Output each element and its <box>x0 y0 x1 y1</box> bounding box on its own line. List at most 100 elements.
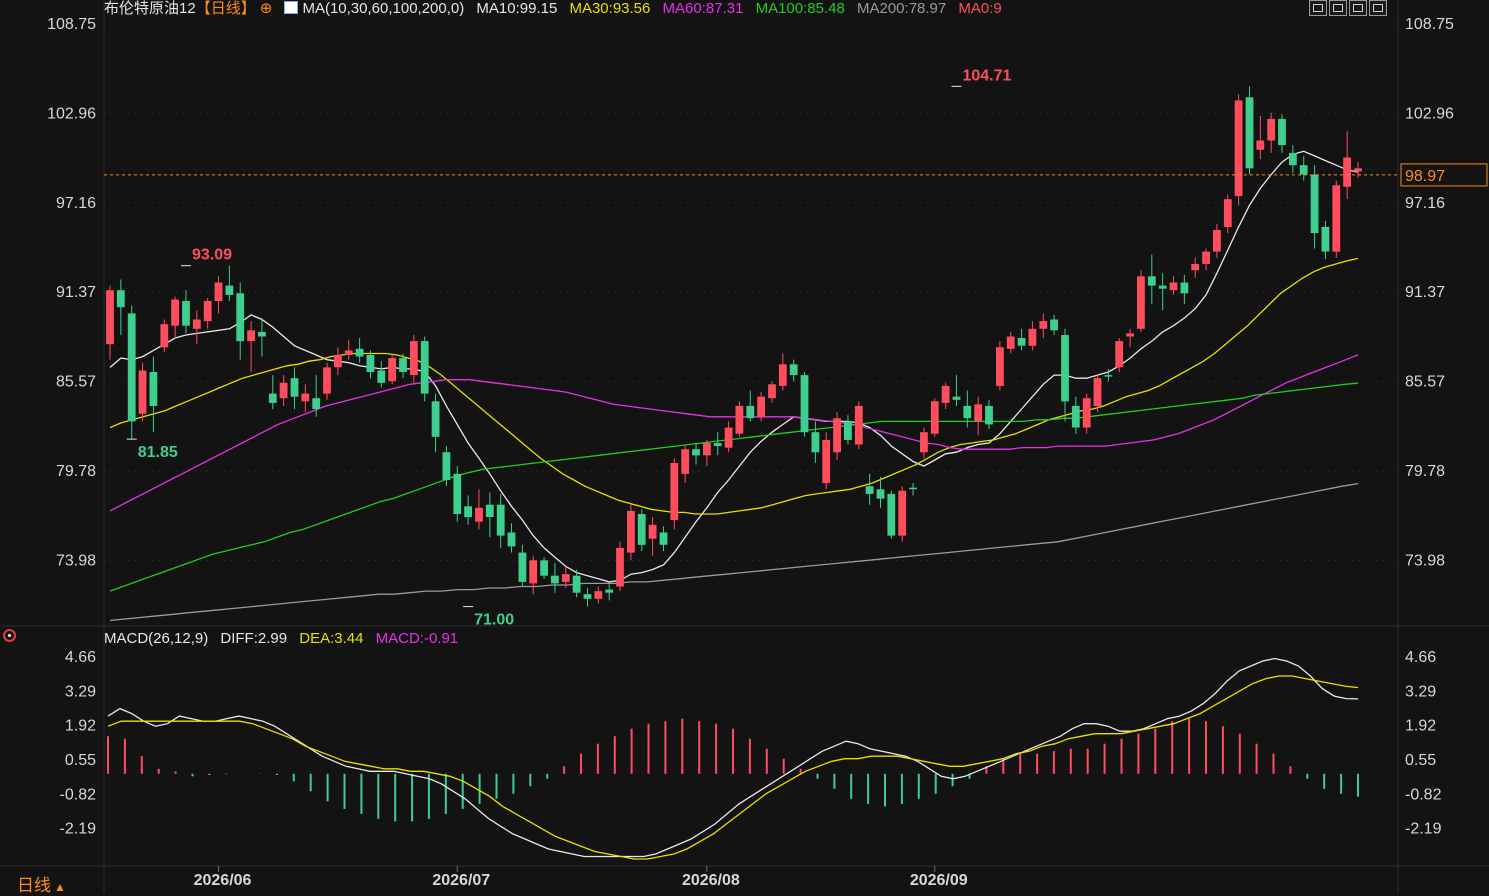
candle[interactable] <box>952 375 961 406</box>
candle[interactable] <box>290 367 299 410</box>
layout-grid-icon[interactable] <box>1309 0 1327 16</box>
macd-params[interactable]: MACD(26,12,9) <box>104 630 208 647</box>
candle[interactable] <box>258 317 266 357</box>
candle[interactable] <box>1039 313 1048 339</box>
candle[interactable] <box>1223 194 1232 234</box>
candle[interactable] <box>377 361 386 388</box>
candle[interactable] <box>898 486 907 542</box>
layout-split-icon[interactable] <box>1349 0 1367 16</box>
candle[interactable] <box>1158 273 1167 311</box>
candle[interactable] <box>637 509 646 552</box>
chart-canvas[interactable]: 98.97 93.09 81.85 71.00 104.71 108.75 108.75 1… <box>0 0 1489 893</box>
candle[interactable] <box>464 495 472 525</box>
candle[interactable] <box>930 398 939 437</box>
candle[interactable] <box>410 334 418 383</box>
indicator-icon[interactable] <box>284 1 299 14</box>
candle[interactable] <box>692 442 700 465</box>
candle[interactable] <box>778 353 787 391</box>
ma-params[interactable]: MA(10,30,60,100,200,0) <box>302 0 464 17</box>
candle[interactable] <box>149 356 158 433</box>
candle[interactable] <box>583 588 592 607</box>
candle[interactable] <box>106 285 114 360</box>
candle[interactable] <box>388 353 396 385</box>
candle[interactable] <box>1321 220 1330 260</box>
candle[interactable] <box>724 421 733 453</box>
candle[interactable] <box>518 544 527 587</box>
candle[interactable] <box>366 350 375 379</box>
candle[interactable] <box>681 444 690 484</box>
candle[interactable] <box>431 393 440 453</box>
candle[interactable] <box>735 401 744 437</box>
candle[interactable] <box>182 290 190 334</box>
candle[interactable] <box>648 517 657 556</box>
candle[interactable] <box>1126 328 1134 348</box>
candle[interactable] <box>529 555 538 595</box>
candle[interactable] <box>1180 274 1189 305</box>
candle[interactable] <box>323 362 331 400</box>
candle[interactable] <box>1006 331 1015 354</box>
candle[interactable] <box>1213 223 1221 258</box>
candle[interactable] <box>355 338 364 363</box>
candle[interactable] <box>301 384 310 413</box>
candle[interactable] <box>670 458 679 530</box>
candle[interactable] <box>616 541 624 592</box>
candle[interactable] <box>334 347 342 376</box>
indicator-toggle-icon[interactable] <box>3 629 16 642</box>
candle[interactable] <box>713 432 722 456</box>
candle[interactable] <box>507 523 516 553</box>
candle[interactable] <box>1071 396 1080 434</box>
candle[interactable] <box>540 557 548 579</box>
candle[interactable] <box>453 466 462 522</box>
candle[interactable] <box>800 371 809 437</box>
candle[interactable] <box>279 375 288 406</box>
candle[interactable] <box>1332 180 1341 258</box>
candle[interactable] <box>1028 321 1037 351</box>
candle[interactable] <box>887 490 896 539</box>
candle[interactable] <box>996 341 1004 391</box>
candle[interactable] <box>1256 115 1265 160</box>
candle[interactable] <box>1147 254 1156 305</box>
candle[interactable] <box>876 476 885 508</box>
candle[interactable] <box>192 310 201 345</box>
candle[interactable] <box>1082 393 1091 434</box>
candle[interactable] <box>627 504 635 561</box>
candle[interactable] <box>1310 165 1319 249</box>
candle[interactable] <box>1234 94 1243 206</box>
period-tag[interactable]: 【日线】 <box>196 0 256 17</box>
candle[interactable] <box>920 427 928 459</box>
candle[interactable] <box>236 282 245 360</box>
candle[interactable] <box>1202 248 1210 271</box>
candle[interactable] <box>1115 338 1124 372</box>
candle[interactable] <box>1278 114 1286 153</box>
candle[interactable] <box>1267 112 1276 153</box>
candle[interactable] <box>496 493 505 548</box>
candle[interactable] <box>551 563 559 593</box>
candle[interactable] <box>703 439 711 467</box>
candle[interactable] <box>844 415 852 445</box>
candle[interactable] <box>1299 155 1308 181</box>
candle[interactable] <box>789 359 798 382</box>
candle[interactable] <box>160 319 169 352</box>
candle[interactable] <box>138 362 147 422</box>
candle[interactable] <box>833 412 841 460</box>
candle[interactable] <box>854 401 863 450</box>
candle[interactable] <box>344 339 353 360</box>
candle[interactable] <box>247 321 255 372</box>
layout-quad-icon[interactable] <box>1369 0 1387 16</box>
candle[interactable] <box>171 296 179 339</box>
candle[interactable] <box>1289 145 1297 173</box>
candle[interactable] <box>909 483 917 496</box>
candle[interactable] <box>941 382 950 410</box>
candle[interactable] <box>768 381 776 403</box>
candle[interactable] <box>746 390 755 422</box>
candle[interactable] <box>1137 270 1145 332</box>
candle[interactable] <box>1191 257 1200 278</box>
candle[interactable] <box>1169 276 1178 295</box>
candle[interactable] <box>974 396 983 436</box>
candle[interactable] <box>605 581 614 601</box>
period-selector[interactable]: 日线 ▲ <box>17 871 66 896</box>
candle[interactable] <box>127 305 136 440</box>
candle[interactable] <box>811 421 820 464</box>
candle[interactable] <box>203 297 212 329</box>
candle[interactable] <box>1343 131 1351 200</box>
